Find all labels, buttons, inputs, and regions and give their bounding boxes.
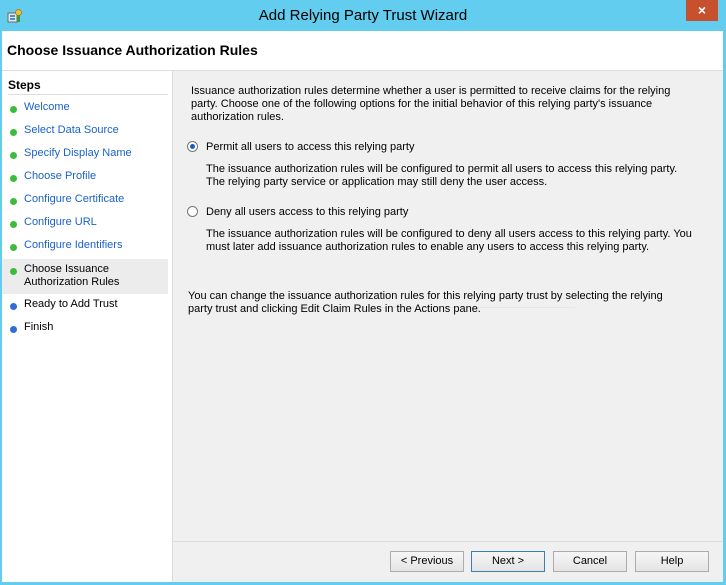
button-bar: < Previous Next > Cancel Help [173, 541, 723, 583]
step-choose-profile[interactable]: Choose Profile [2, 170, 168, 186]
step-welcome[interactable]: Welcome [2, 101, 168, 117]
step-ready-to-add-trust: Ready to Add Trust [2, 298, 168, 314]
step-complete-icon [10, 198, 17, 205]
step-complete-icon [10, 244, 17, 251]
step-configure-certificate[interactable]: Configure Certificate [2, 193, 168, 209]
deny-all-label[interactable]: Deny all users access to this relying pa… [206, 206, 408, 218]
step-pending-icon [10, 326, 17, 333]
title-bar: Add Relying Party Trust Wizard × [0, 0, 726, 31]
step-label: Choose Issuance Authorization Rules [24, 263, 120, 288]
permit-all-option[interactable]: Permit all users to access this relying … [187, 141, 487, 157]
step-complete-icon [10, 129, 17, 136]
step-label: Configure URL [24, 216, 97, 228]
permit-all-description: The issuance authorization rules will be… [206, 163, 678, 188]
wizard-window: Add Relying Party Trust Wizard × Choose … [0, 0, 726, 585]
step-choose-issuance-authorization-rules: Choose Issuance Authorization Rules [2, 259, 168, 294]
step-configure-identifiers[interactable]: Configure Identifiers [2, 239, 168, 255]
step-configure-url[interactable]: Configure URL [2, 216, 168, 232]
step-label: Choose Profile [24, 170, 97, 182]
step-label: Specify Display Name [24, 147, 132, 159]
step-label: Welcome [24, 101, 70, 113]
window-title: Add Relying Party Trust Wizard [258, 7, 468, 24]
steps-title: Steps [8, 78, 41, 92]
step-current-icon [10, 268, 17, 275]
close-button[interactable]: × [686, 0, 718, 21]
step-label: Configure Identifiers [24, 239, 123, 251]
close-icon: × [697, 2, 707, 18]
step-complete-icon [10, 175, 17, 182]
deny-all-option[interactable]: Deny all users access to this relying pa… [187, 206, 487, 222]
intro-text: Issuance authorization rules determine w… [191, 85, 671, 123]
step-label: Ready to Add Trust [24, 298, 118, 310]
page-title: Choose Issuance Authorization Rules [7, 42, 258, 58]
step-specify-display-name[interactable]: Specify Display Name [2, 147, 168, 163]
deny-all-description: The issuance authorization rules will be… [206, 228, 692, 253]
deny-all-radio[interactable] [187, 206, 198, 217]
edit-rules-note: You can change the issuance authorizatio… [188, 290, 663, 315]
step-label: Configure Certificate [24, 193, 125, 205]
permit-all-radio[interactable] [187, 141, 198, 152]
permit-all-label[interactable]: Permit all users to access this relying … [206, 141, 414, 153]
step-pending-icon [10, 303, 17, 310]
step-label: Select Data Source [24, 124, 119, 136]
page-header: Choose Issuance Authorization Rules [2, 31, 723, 71]
wizard-client-area: Choose Issuance Authorization Rules Step… [2, 31, 723, 582]
steps-divider [8, 94, 168, 95]
cancel-button[interactable]: Cancel [553, 551, 627, 572]
step-select-data-source[interactable]: Select Data Source [2, 124, 168, 140]
step-complete-icon [10, 106, 17, 113]
previous-button[interactable]: < Previous [390, 551, 464, 572]
step-complete-icon [10, 152, 17, 159]
step-complete-icon [10, 221, 17, 228]
main-content: Issuance authorization rules determine w… [173, 71, 723, 541]
next-button[interactable]: Next > [471, 551, 545, 572]
step-label: Finish [24, 321, 54, 333]
steps-pane: Steps Welcome Select Data Source Specify… [2, 71, 173, 582]
step-finish: Finish [2, 321, 168, 337]
help-button[interactable]: Help [635, 551, 709, 572]
